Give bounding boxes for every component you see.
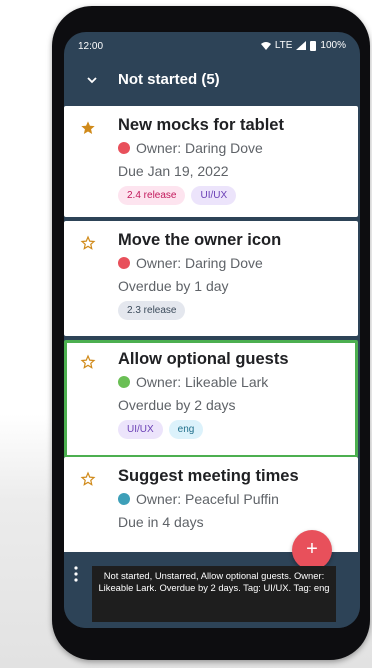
task-card[interactable]: New mocks for tablet Owner: Daring Dove … (64, 106, 358, 217)
owner-label: Owner: Likeable Lark (136, 374, 269, 390)
tag-chip: 2.4 release (118, 186, 186, 205)
owner-avatar (118, 493, 130, 505)
owner-avatar (118, 142, 130, 154)
tag-chip: eng (168, 420, 204, 439)
wifi-icon (260, 41, 271, 50)
task-title: Suggest meeting times (118, 467, 299, 485)
task-title: Move the owner icon (118, 231, 282, 249)
more-vert-icon[interactable] (74, 566, 78, 582)
task-owner: Owner: Likeable Lark (118, 374, 268, 390)
add-task-button[interactable]: + (292, 530, 332, 570)
task-due: Due Jan 19, 2022 (118, 163, 229, 179)
network-label: LTE (274, 40, 293, 51)
tag-chip: 2.3 release (118, 301, 186, 320)
task-owner: Owner: Daring Dove (118, 255, 263, 271)
section-header[interactable]: Not started (5) (64, 68, 360, 96)
task-card[interactable]: Move the owner icon Owner: Daring Dove O… (64, 221, 358, 336)
star-icon[interactable] (80, 120, 96, 136)
task-due: Overdue by 1 day (118, 278, 229, 294)
task-title: Allow optional guests (118, 350, 289, 368)
battery-label: 100% (320, 40, 346, 51)
status-bar: 12:00 LTE 100% (64, 32, 360, 60)
battery-icon (310, 40, 317, 51)
status-time: 12:00 (78, 41, 104, 52)
signal-icon (296, 41, 307, 50)
task-title: New mocks for tablet (118, 116, 284, 134)
app-screen: 12:00 LTE 100% Not started (5) New mocks… (64, 32, 360, 628)
task-due: Overdue by 2 days (118, 397, 236, 413)
tag-list: 2.4 release UI/UX (118, 186, 237, 205)
task-card-focused[interactable]: Allow optional guests Owner: Likeable La… (64, 340, 358, 458)
tag-chip: UI/UX (191, 186, 237, 205)
star-outline-icon[interactable] (80, 471, 96, 487)
section-title: Not started (5) (118, 71, 220, 88)
tag-list: UI/UX eng (118, 420, 204, 439)
task-owner: Owner: Daring Dove (118, 140, 263, 156)
accessibility-toast: Not started, Unstarred, Allow optional g… (92, 566, 336, 622)
owner-avatar (118, 376, 130, 388)
tag-list: 2.3 release (118, 301, 186, 320)
tag-chip: UI/UX (118, 420, 163, 439)
star-outline-icon[interactable] (80, 354, 96, 370)
owner-avatar (118, 257, 130, 269)
owner-label: Owner: Daring Dove (136, 255, 263, 271)
task-due: Due in 4 days (118, 514, 204, 530)
status-indicators: LTE 100% (260, 40, 346, 51)
task-owner: Owner: Peaceful Puffin (118, 491, 279, 507)
plus-icon: + (306, 538, 318, 560)
chevron-down-icon[interactable] (86, 74, 98, 86)
star-outline-icon[interactable] (80, 235, 96, 251)
owner-label: Owner: Daring Dove (136, 140, 263, 156)
owner-label: Owner: Peaceful Puffin (136, 491, 279, 507)
